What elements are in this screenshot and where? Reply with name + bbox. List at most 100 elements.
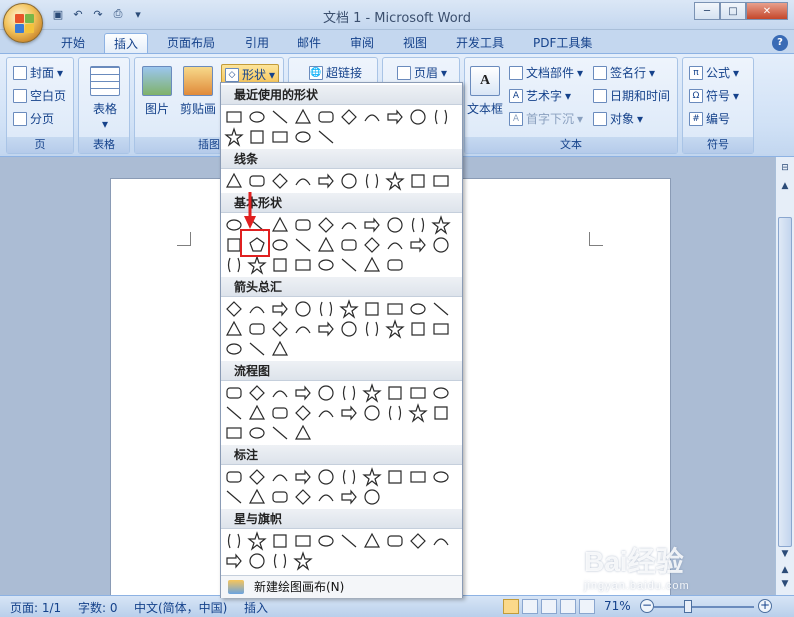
shape-option[interactable] [247, 319, 267, 339]
shape-option[interactable] [385, 107, 405, 127]
shape-option[interactable] [339, 487, 359, 507]
insert-mode[interactable]: 插入 [244, 599, 268, 616]
shape-option[interactable] [362, 487, 382, 507]
shape-option[interactable] [408, 171, 428, 191]
shape-option[interactable] [362, 255, 382, 275]
shape-option[interactable] [270, 467, 290, 487]
shape-option[interactable] [247, 403, 267, 423]
shape-option[interactable] [362, 215, 382, 235]
scroll-down-icon[interactable]: ▼ [779, 549, 791, 561]
shape-option[interactable] [339, 255, 359, 275]
shape-option[interactable] [270, 487, 290, 507]
shape-option[interactable] [293, 467, 313, 487]
shape-option[interactable] [293, 235, 313, 255]
scroll-thumb[interactable] [778, 217, 792, 547]
shape-option[interactable] [339, 107, 359, 127]
page-indicator[interactable]: 页面: 1/1 [10, 599, 61, 616]
shape-option[interactable] [270, 339, 290, 359]
tab-home[interactable]: 开始 [52, 33, 94, 54]
shape-option[interactable] [247, 171, 267, 191]
shape-option[interactable] [224, 171, 244, 191]
full-screen-reading-icon[interactable] [522, 599, 538, 614]
shape-option[interactable] [316, 403, 336, 423]
tab-developer[interactable]: 开发工具 [447, 33, 513, 54]
shape-option[interactable] [247, 467, 267, 487]
shape-option[interactable] [270, 403, 290, 423]
shape-option[interactable] [339, 531, 359, 551]
shape-option[interactable] [270, 319, 290, 339]
shape-option[interactable] [224, 339, 244, 359]
cover-page-button[interactable]: 封面 ▾ [13, 64, 63, 81]
shape-option[interactable] [362, 299, 382, 319]
word-count[interactable]: 字数: 0 [78, 599, 118, 616]
shape-option[interactable] [224, 383, 244, 403]
drop-cap-button[interactable]: A 首字下沉 ▾ [509, 110, 583, 127]
quick-parts-button[interactable]: 文档部件 ▾ [509, 64, 583, 81]
shape-option[interactable] [362, 403, 382, 423]
shape-option[interactable] [247, 107, 267, 127]
shape-option[interactable] [270, 531, 290, 551]
draft-icon[interactable] [579, 599, 595, 614]
signature-line-button[interactable]: 签名行 ▾ [593, 64, 655, 81]
tab-insert[interactable]: 插入 [104, 33, 149, 54]
shape-option[interactable] [293, 403, 313, 423]
shape-option[interactable] [431, 235, 451, 255]
shape-option[interactable] [408, 403, 428, 423]
shape-option[interactable] [247, 255, 267, 275]
shape-option[interactable] [385, 531, 405, 551]
shape-option[interactable] [270, 171, 290, 191]
zoom-slider-thumb[interactable] [684, 600, 692, 613]
tab-view[interactable]: 视图 [394, 33, 436, 54]
shape-option[interactable] [270, 383, 290, 403]
shape-option[interactable] [408, 319, 428, 339]
shape-option[interactable] [431, 107, 451, 127]
shape-option[interactable] [339, 299, 359, 319]
shape-option[interactable] [270, 423, 290, 443]
shape-option[interactable] [224, 467, 244, 487]
maximize-button[interactable]: □ [720, 2, 746, 20]
shape-option[interactable] [362, 531, 382, 551]
page-break-button[interactable]: 分页 [13, 110, 54, 127]
shape-option[interactable] [385, 255, 405, 275]
symbol-button[interactable]: Ω 符号 ▾ [689, 87, 739, 104]
shape-option[interactable] [293, 255, 313, 275]
shape-option[interactable] [293, 215, 313, 235]
shape-option[interactable] [339, 171, 359, 191]
wordart-button[interactable]: A 艺术字 ▾ [509, 87, 571, 104]
shape-option[interactable] [408, 383, 428, 403]
shape-option[interactable] [385, 403, 405, 423]
shape-option[interactable] [224, 319, 244, 339]
shape-option[interactable] [247, 127, 267, 147]
shape-option[interactable] [224, 487, 244, 507]
shape-option[interactable] [247, 299, 267, 319]
close-button[interactable]: ✕ [746, 2, 788, 20]
table-button[interactable]: 表格 ▾ [87, 66, 123, 131]
outline-icon[interactable] [560, 599, 576, 614]
shape-option[interactable] [224, 403, 244, 423]
zoom-in-icon[interactable]: + [758, 599, 772, 613]
shape-option[interactable] [339, 319, 359, 339]
object-button[interactable]: 对象 ▾ [593, 110, 643, 127]
shape-option[interactable] [270, 551, 290, 571]
shape-option[interactable] [270, 215, 290, 235]
shape-option[interactable] [293, 171, 313, 191]
zoom-out-icon[interactable]: − [640, 599, 654, 613]
tab-review[interactable]: 审阅 [341, 33, 383, 54]
shape-option[interactable] [385, 171, 405, 191]
shape-option[interactable] [339, 467, 359, 487]
shape-option[interactable] [316, 531, 336, 551]
shape-option[interactable] [224, 531, 244, 551]
shape-option[interactable] [293, 551, 313, 571]
shape-option[interactable] [385, 467, 405, 487]
shape-option[interactable] [431, 215, 451, 235]
shape-option[interactable] [408, 215, 428, 235]
shape-option[interactable] [385, 235, 405, 255]
textbox-button[interactable]: A 文本框 [465, 66, 505, 117]
shape-option[interactable] [224, 127, 244, 147]
shape-option[interactable] [270, 127, 290, 147]
shape-option[interactable] [431, 319, 451, 339]
shape-option[interactable] [339, 403, 359, 423]
prev-page-icon[interactable]: ▲ [779, 565, 791, 577]
shape-option[interactable] [224, 255, 244, 275]
tab-page-layout[interactable]: 页面布局 [158, 33, 224, 54]
